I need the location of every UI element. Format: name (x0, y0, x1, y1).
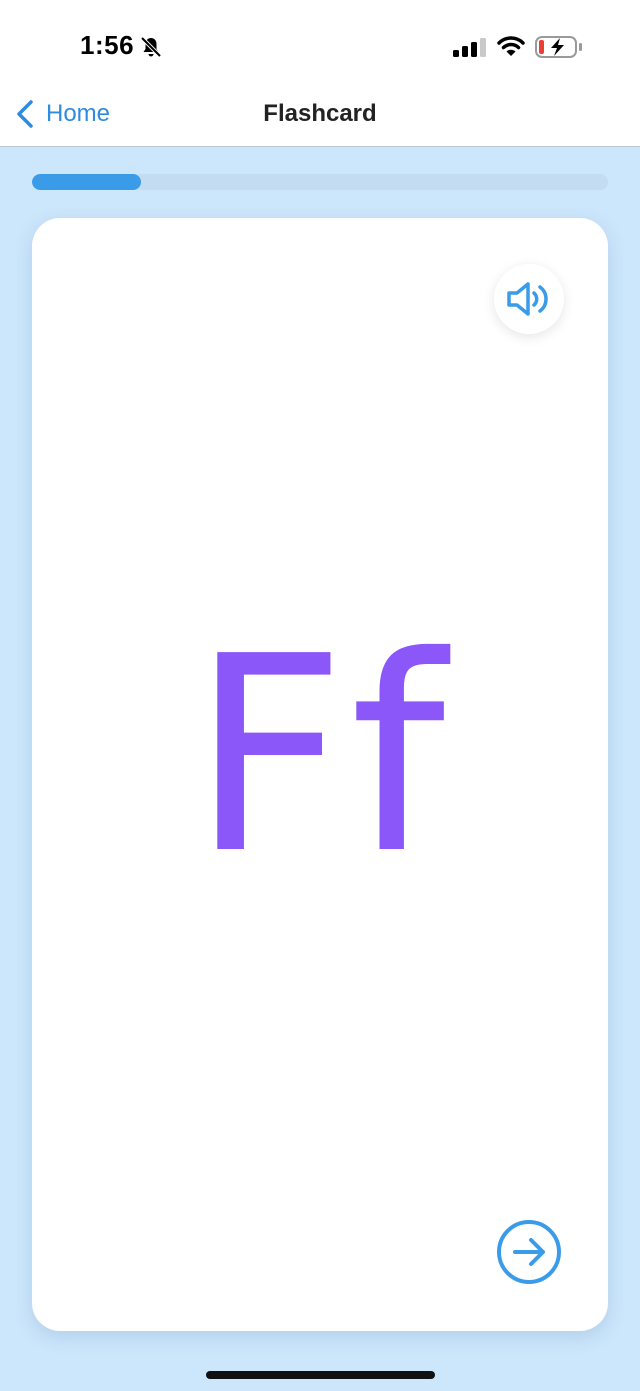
navigation-bar: Home Flashcard (0, 84, 640, 147)
status-time: 1:56 (80, 30, 135, 60)
play-audio-button[interactable] (494, 264, 564, 334)
bell-slash-icon (140, 36, 162, 58)
progress-fill (32, 174, 142, 190)
progress-bar (32, 174, 608, 190)
battery-charging-icon (535, 36, 582, 58)
flashcard-letter: Ff (190, 598, 450, 913)
page-title: Flashcard (263, 100, 377, 127)
speaker-icon (507, 282, 548, 316)
home-indicator (206, 1371, 435, 1379)
wifi-icon (497, 36, 525, 56)
arrow-right-circle-icon (497, 1220, 561, 1284)
flashcard: Ff (32, 218, 608, 1331)
next-card-button[interactable] (496, 1219, 562, 1285)
status-bar: 1:56 (0, 0, 640, 84)
signal-icon (453, 38, 486, 57)
